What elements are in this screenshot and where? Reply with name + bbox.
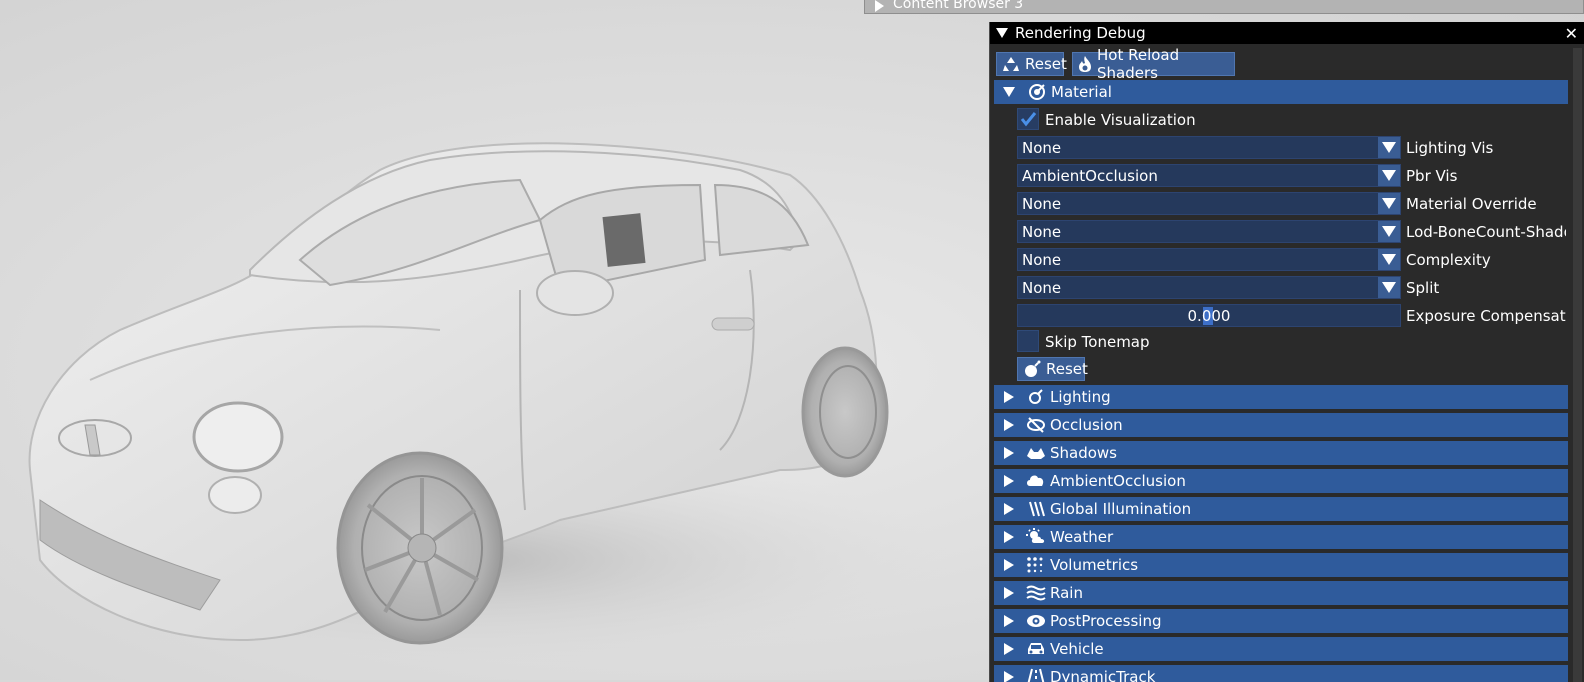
dropdown-value: None (1022, 251, 1062, 269)
hot-reload-label: Hot Reload Shaders (1097, 46, 1180, 82)
section-material[interactable]: Material (994, 80, 1568, 104)
dropdown-value: None (1022, 223, 1062, 241)
section-postprocessing[interactable]: PostProcessing (994, 609, 1568, 633)
section-shadows-label: Shadows (1050, 444, 1118, 462)
section-global-illumination[interactable]: Global Illumination (994, 497, 1568, 521)
dropdown-value: None (1022, 195, 1062, 213)
section-lighting-label: Lighting (1050, 388, 1111, 406)
recycle-icon (1003, 57, 1019, 71)
slider-value: 0.000 (1187, 307, 1231, 325)
scrollbar[interactable] (1573, 48, 1582, 682)
bomb-icon (1025, 360, 1041, 377)
rendering-debug-window: Rendering Debug ✕ Reset Hot Reload Shade… (989, 22, 1584, 682)
lighting-vis-dropdown[interactable]: None (1017, 136, 1401, 159)
cloud-sun-icon (1026, 528, 1046, 546)
section-volumetrics-label: Volumetrics (1050, 556, 1139, 574)
dropdown-value: None (1022, 139, 1062, 157)
expand-arrow-icon (1004, 559, 1014, 571)
split-dropdown[interactable]: None (1017, 276, 1401, 299)
section-lighting[interactable]: Lighting (994, 385, 1568, 409)
section-rain[interactable]: Rain (994, 581, 1568, 605)
lighting-vis-label: Lighting Vis (1406, 139, 1494, 157)
hot-reload-shaders-button[interactable]: Hot Reload Shaders (1072, 46, 1235, 82)
dropdown-value: None (1022, 279, 1062, 297)
eye-icon (1026, 612, 1046, 630)
split-label: Split (1406, 279, 1440, 297)
section-material-label: Material (1051, 83, 1112, 101)
skip-tonemap-label: Skip Tonemap (1045, 333, 1150, 351)
enable-visualization-checkbox[interactable] (1017, 108, 1039, 130)
expand-arrow-icon (1004, 531, 1014, 543)
lod-bonecount-shadow-label: Lod-BoneCount-Shadow (1406, 223, 1566, 241)
section-weather[interactable]: Weather (994, 525, 1568, 549)
expand-arrow-icon (1004, 587, 1014, 599)
collapse-arrow-icon (1003, 87, 1015, 97)
expand-arrow-icon (1004, 447, 1014, 459)
expand-arrow-icon (1004, 475, 1014, 487)
section-shadows[interactable]: Shadows (994, 441, 1568, 465)
section-dynamictrack[interactable]: DynamicTrack (994, 665, 1568, 682)
section-vehicle[interactable]: Vehicle (994, 637, 1568, 661)
skip-tonemap-checkbox[interactable] (1017, 330, 1039, 352)
section-ambientocclusion-label: AmbientOcclusion (1050, 472, 1186, 490)
lightbulb-icon (1026, 388, 1046, 406)
chevron-down-icon (1378, 221, 1400, 242)
pbr-vis-label: Pbr Vis (1406, 167, 1458, 185)
expand-arrow-icon (875, 0, 884, 12)
content-browser-title: Content Browser 3 (893, 0, 1024, 12)
chevron-down-icon (1378, 137, 1400, 158)
material-reset-label: Reset (1046, 360, 1088, 378)
close-icon[interactable]: ✕ (1565, 24, 1578, 43)
section-postprocessing-label: PostProcessing (1050, 612, 1162, 630)
exposure-compensation-slider[interactable]: 0.000 (1017, 304, 1401, 327)
enable-visualization-label: Enable Visualization (1045, 111, 1196, 129)
expand-arrow-icon (1004, 503, 1014, 515)
dots-icon (1026, 556, 1046, 574)
material-reset-button[interactable]: Reset (1017, 357, 1088, 381)
section-occlusion-label: Occlusion (1050, 416, 1123, 434)
car-render (0, 142, 950, 670)
cat-icon (1026, 444, 1046, 462)
chevron-down-icon (1378, 277, 1400, 298)
window-title: Rendering Debug (1015, 24, 1146, 42)
reset-button[interactable]: Reset (996, 52, 1067, 76)
pbr-vis-dropdown[interactable]: AmbientOcclusion (1017, 164, 1401, 187)
eye-slash-icon (1026, 416, 1046, 434)
reset-button-label: Reset (1025, 55, 1067, 73)
section-weather-label: Weather (1050, 528, 1114, 546)
cloud-icon (1026, 472, 1046, 490)
expand-arrow-icon (1004, 615, 1014, 627)
section-vehicle-label: Vehicle (1050, 640, 1104, 658)
exposure-compensation-label: Exposure Compensation (1406, 307, 1566, 325)
lod-bonecount-shadow-dropdown[interactable]: None (1017, 220, 1401, 243)
expand-arrow-icon (1004, 671, 1014, 682)
section-rain-label: Rain (1050, 584, 1083, 602)
check-icon (1020, 112, 1037, 127)
section-volumetrics[interactable]: Volumetrics (994, 553, 1568, 577)
complexity-label: Complexity (1406, 251, 1491, 269)
rays-icon (1026, 500, 1046, 518)
collapse-arrow-icon[interactable] (996, 28, 1008, 38)
expand-arrow-icon (1004, 419, 1014, 431)
section-global-illumination-label: Global Illumination (1050, 500, 1192, 518)
fire-icon (1079, 56, 1091, 72)
material-override-label: Material Override (1406, 195, 1537, 213)
chevron-down-icon (1378, 249, 1400, 270)
expand-arrow-icon (1004, 643, 1014, 655)
section-ambientocclusion[interactable]: AmbientOcclusion (994, 469, 1568, 493)
window-title-bar[interactable]: Rendering Debug ✕ (990, 22, 1584, 44)
content-browser-header[interactable]: Content Browser 3 (864, 0, 1584, 14)
chevron-down-icon (1378, 165, 1400, 186)
water-icon (1026, 584, 1046, 602)
dropdown-value: AmbientOcclusion (1022, 167, 1158, 185)
chevron-down-icon (1378, 193, 1400, 214)
complexity-dropdown[interactable]: None (1017, 248, 1401, 271)
expand-arrow-icon (1004, 391, 1014, 403)
brush-icon (1027, 83, 1047, 101)
material-override-dropdown[interactable]: None (1017, 192, 1401, 215)
section-occlusion[interactable]: Occlusion (994, 413, 1568, 437)
car-icon (1026, 640, 1046, 658)
